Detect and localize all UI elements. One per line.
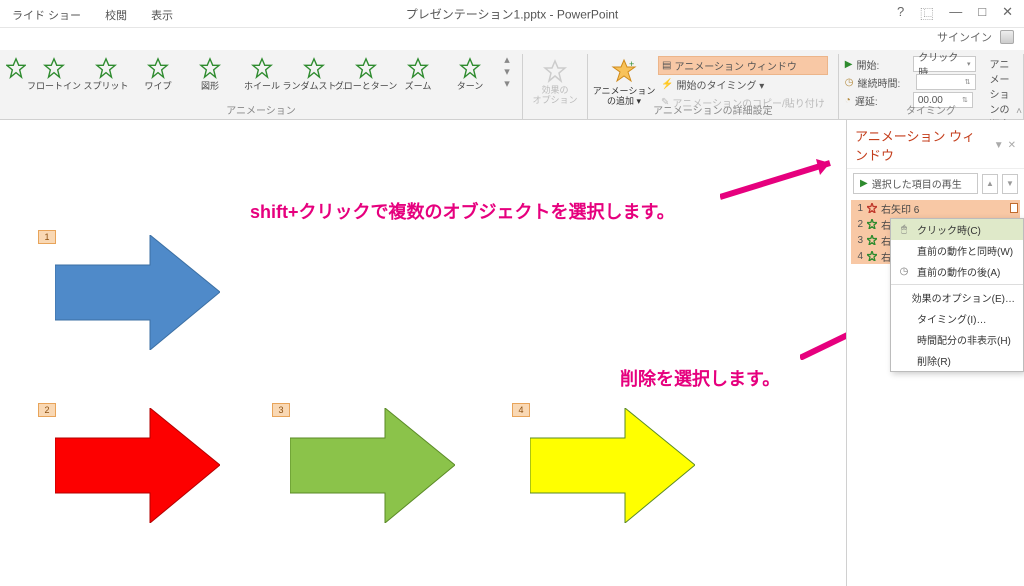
menu-with-previous[interactable]: 直前の動作と同時(W): [891, 240, 1023, 261]
ribbon: フロートイン スプリット ワイプ 図形 ホイール ランダムスト…: [0, 50, 1024, 120]
help-icon[interactable]: ?: [892, 2, 909, 25]
anim-effect-growturn[interactable]: グローとターン: [342, 54, 390, 106]
star-icon: [867, 235, 877, 245]
shape-right-arrow-blue[interactable]: [55, 235, 220, 350]
play-icon: ▶: [860, 178, 868, 189]
duration-label: 継続時間:: [858, 75, 912, 90]
tab-slideshow[interactable]: ライド ショー: [4, 1, 89, 27]
pane-options-icon[interactable]: ▼: [994, 140, 1004, 151]
group-name-animation: アニメーション: [0, 102, 522, 117]
menu-delete[interactable]: 削除(R): [891, 350, 1023, 371]
anim-effect-wheel[interactable]: ホイール: [238, 54, 286, 106]
menu-timing[interactable]: タイミング(I)…: [891, 308, 1023, 329]
user-icon[interactable]: [1000, 30, 1014, 44]
move-up-button[interactable]: ▲: [982, 174, 998, 194]
menu-after-previous[interactable]: ◷ 直前の動作の後(A): [891, 261, 1023, 282]
annotation-1: shift+クリックで複数のオブジェクトを選択します。: [250, 198, 675, 224]
animation-pane-title: アニメーション ウィンドウ: [855, 126, 988, 164]
maximize-icon[interactable]: □: [973, 2, 991, 25]
signin-link[interactable]: サインイン: [937, 29, 992, 45]
shape-right-arrow-red[interactable]: [55, 408, 220, 523]
mouse-icon: 🖱: [897, 224, 911, 235]
anim-order-tag-3[interactable]: 3: [272, 403, 290, 417]
shape-right-arrow-green[interactable]: [290, 408, 455, 523]
slide-canvas[interactable]: shift+クリックで複数のオブジェクトを選択します。 削除を選択します。 1 …: [0, 120, 846, 586]
menu-tabs-left: ライド ショー 校閲 表示: [0, 1, 181, 27]
tab-view[interactable]: 表示: [143, 1, 181, 27]
title-bar: ライド ショー 校閲 表示 プレゼンテーション1.pptx - PowerPoi…: [0, 0, 1024, 28]
tab-review[interactable]: 校閲: [97, 1, 135, 27]
start-dropdown[interactable]: クリック時▾: [913, 56, 975, 72]
trigger-button[interactable]: ⚡ 開始のタイミング ▾: [658, 76, 828, 93]
shape-right-arrow-yellow[interactable]: [530, 408, 695, 523]
callout-arrow-2: [800, 320, 846, 360]
pane-icon: ▤: [662, 60, 671, 71]
anim-order-tag-1[interactable]: 1: [38, 230, 56, 244]
play-icon: ▶: [845, 59, 853, 70]
anim-effect-floatin[interactable]: フロートイン: [30, 54, 78, 106]
group-name-timing: タイミング: [839, 102, 1023, 117]
anim-order-tag-2[interactable]: 2: [38, 403, 56, 417]
star-icon: [867, 219, 877, 229]
animation-gallery: フロートイン スプリット ワイプ 図形 ホイール ランダムスト…: [6, 54, 516, 106]
ribbon-collapse-icon[interactable]: ˄: [1016, 106, 1022, 117]
start-label: 開始:: [856, 57, 909, 72]
close-icon[interactable]: ✕: [997, 2, 1018, 25]
gallery-scroll[interactable]: ▴▾▾: [498, 54, 516, 90]
star-icon: [867, 251, 877, 261]
group-name-adv: アニメーションの詳細設定: [588, 102, 838, 117]
anim-effect-shape[interactable]: 図形: [186, 54, 234, 106]
anim-effect-wipe[interactable]: ワイプ: [134, 54, 182, 106]
effect-options-button: 効果の オプション: [529, 54, 581, 110]
anim-effect-button[interactable]: [6, 54, 26, 106]
anim-effect-zoom[interactable]: ズーム: [394, 54, 442, 106]
svg-text:+: +: [629, 59, 634, 69]
annotation-2: 削除を選択します。: [620, 365, 780, 391]
anim-effect-turn[interactable]: ターン: [446, 54, 494, 106]
duration-input[interactable]: ⇅: [916, 74, 976, 90]
star-icon: [867, 203, 877, 213]
move-down-button[interactable]: ▼: [1002, 174, 1018, 194]
anim-order-tag-4[interactable]: 4: [512, 403, 530, 417]
anim-effect-split[interactable]: スプリット: [82, 54, 130, 106]
anim-item-context-menu: 🖱 クリック時(C) 直前の動作と同時(W) ◷ 直前の動作の後(A) 効果のオ…: [890, 218, 1024, 372]
play-selected-button[interactable]: ▶ 選択した項目の再生: [853, 173, 978, 194]
callout-arrow-1: [720, 155, 846, 205]
anim-effect-randombars[interactable]: ランダムスト…: [290, 54, 338, 106]
lightning-icon: ⚡: [661, 79, 673, 90]
window-title: プレゼンテーション1.pptx - PowerPoint: [406, 5, 618, 22]
ribbon-min-icon[interactable]: ⿺: [915, 2, 938, 25]
menu-effect-options[interactable]: 効果のオプション(E)…: [891, 287, 1023, 308]
clock-icon: ◷: [897, 266, 911, 277]
duration-icon: ◷: [845, 77, 854, 88]
minimize-icon[interactable]: —: [944, 2, 967, 25]
animation-window-toggle[interactable]: ▤ アニメーション ウィンドウ: [658, 56, 828, 75]
menu-on-click[interactable]: 🖱 クリック時(C): [891, 219, 1023, 240]
anim-item-1[interactable]: 1 右矢印 6: [851, 200, 1020, 216]
timeline-bar: [1010, 203, 1018, 213]
menu-hide-timeline[interactable]: 時間配分の非表示(H): [891, 329, 1023, 350]
pane-close-icon[interactable]: ✕: [1008, 140, 1016, 151]
